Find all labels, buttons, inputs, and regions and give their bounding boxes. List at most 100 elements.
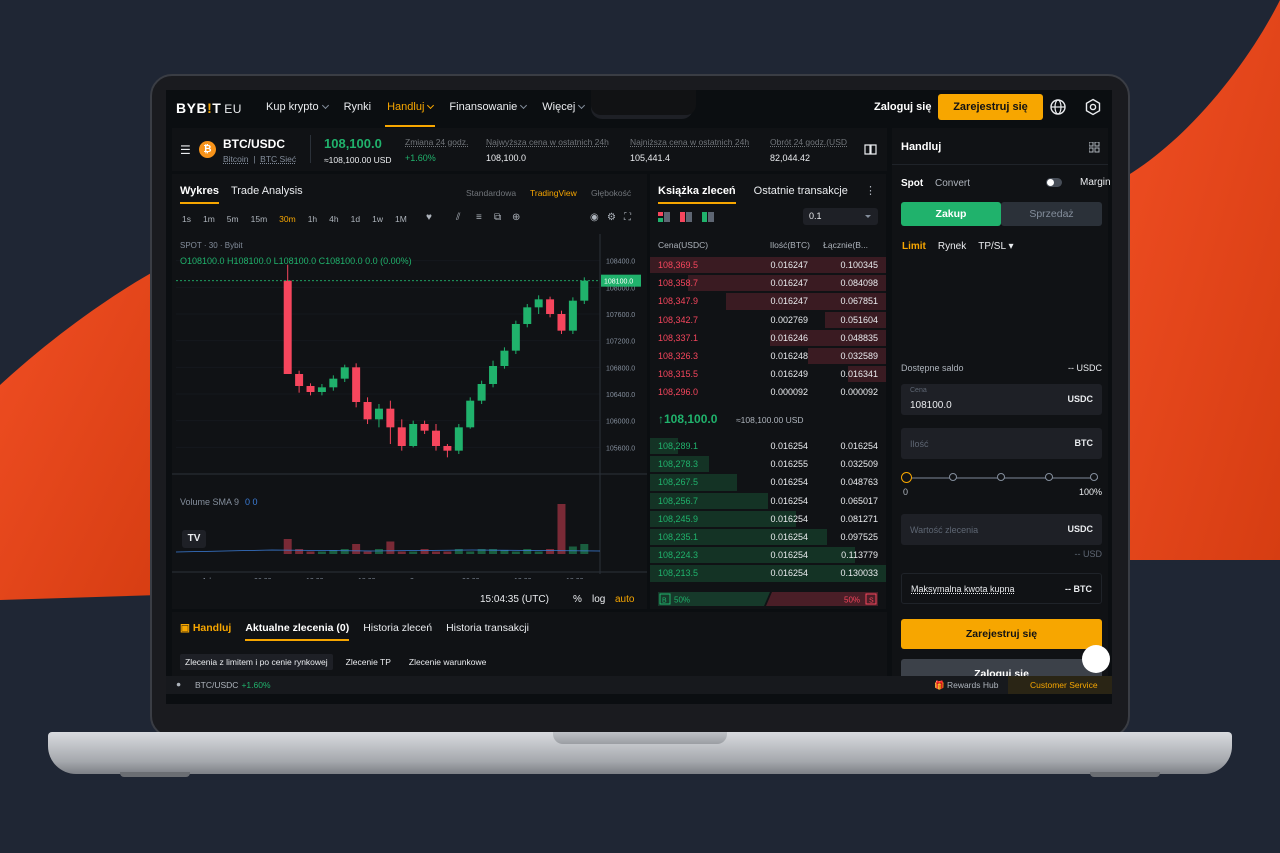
bybit-logo[interactable]: BYB!T EU	[176, 100, 242, 116]
interval-15m[interactable]: 15m	[251, 214, 268, 224]
col-total[interactable]: Łącznie(B...	[823, 240, 868, 250]
row-total: 0.065017	[840, 495, 878, 506]
bid-row[interactable]: 108,235.1 0.016254 0.097525	[650, 528, 886, 546]
ask-row[interactable]: 108,315.5 0.016249 0.016341	[650, 365, 886, 383]
buy-tab-button[interactable]: Zakup	[901, 202, 1001, 226]
candle-type-icon[interactable]: ⧉	[494, 212, 501, 223]
tab-trade-history[interactable]: Historia transakcji	[446, 622, 529, 641]
ask-row[interactable]: 108,296.0 0.000092 0.000092	[650, 383, 886, 401]
volume-bar	[340, 549, 349, 554]
tradingview-logo[interactable]: TV	[182, 530, 206, 548]
view-depth[interactable]: Głębokość	[591, 188, 631, 198]
settings-icon[interactable]: ⚙	[607, 212, 616, 223]
add-indicator-icon[interactable]: ⊕	[512, 212, 520, 223]
tab-handluj[interactable]: ▣ Handluj	[180, 622, 231, 641]
rewards-hub-link[interactable]: 🎁 Rewards Hub	[934, 680, 998, 691]
interval-1h[interactable]: 1h	[308, 214, 317, 224]
bid-row[interactable]: 108,256.7 0.016254 0.065017	[650, 492, 886, 510]
book-icon[interactable]	[864, 143, 877, 156]
order-type-market[interactable]: Rynek	[938, 241, 966, 252]
order-value-field[interactable]: Wartość zlecenia USDC	[901, 514, 1102, 545]
status-pair[interactable]: BTC/USDC +1.60%	[195, 680, 271, 690]
more-options-icon[interactable]: ⋮	[865, 184, 876, 197]
nav-handluj[interactable]: Handluj	[379, 101, 441, 127]
volume-bar	[466, 551, 475, 554]
auto-scale-toggle[interactable]: auto	[615, 594, 634, 605]
interval-5m[interactable]: 5m	[227, 214, 239, 224]
buy-sell-ratio: B S 50% 50%	[658, 592, 878, 606]
log-scale-toggle[interactable]: log	[592, 594, 605, 605]
interval-1m[interactable]: 1m	[203, 214, 215, 224]
amount-slider[interactable]	[901, 472, 1098, 483]
tab-spot[interactable]: Spot	[901, 178, 923, 189]
order-type-tpsl[interactable]: TP/SL ▾	[978, 241, 1013, 252]
globe-icon[interactable]	[1049, 98, 1067, 116]
interval-30m[interactable]: 30m	[279, 214, 296, 224]
interval-1w[interactable]: 1w	[372, 214, 383, 224]
tab-trade-analysis[interactable]: Trade Analysis	[231, 185, 303, 204]
ask-row[interactable]: 108,347.9 0.016247 0.067851	[650, 292, 886, 310]
grid-layout-icon[interactable]	[1089, 142, 1100, 153]
fullscreen-icon[interactable]: ⛶	[624, 212, 631, 223]
register-button[interactable]: Zarejestruj się	[938, 94, 1043, 120]
row-qty: 0.016247	[770, 278, 808, 289]
sell-tab-button[interactable]: Sprzedaż	[1001, 202, 1102, 226]
margin-toggle[interactable]	[1046, 178, 1062, 187]
price-field[interactable]: Cena 108100.0 USDC	[901, 384, 1102, 415]
bid-row[interactable]: 108,213.5 0.016254 0.130033	[650, 564, 886, 582]
nav-rynki[interactable]: Rynki	[336, 101, 380, 113]
orderbook-layout-icons[interactable]	[658, 212, 730, 223]
tab-convert[interactable]: Convert	[935, 178, 970, 189]
bid-row[interactable]: 108,224.3 0.016254 0.113779	[650, 546, 886, 564]
login-link[interactable]: Zaloguj się	[874, 101, 931, 113]
tab-order-history[interactable]: Historia zleceń	[363, 622, 432, 641]
price-precision-select[interactable]: 0.1	[803, 208, 878, 225]
register-button[interactable]: Zarejestruj się	[901, 619, 1102, 649]
customer-service-link[interactable]: Customer Service	[1008, 676, 1112, 694]
subtab-tp[interactable]: Zlecenie TP	[341, 654, 396, 670]
tab-recent-trades[interactable]: Ostatnie transakcje	[754, 185, 848, 204]
tab-order-book[interactable]: Książka zleceń	[658, 185, 736, 204]
favorite-interval-icon[interactable]: ♥	[426, 212, 432, 223]
indicators-icon[interactable]: ⫽	[456, 212, 460, 223]
bid-row[interactable]: 108,267.5 0.016254 0.048763	[650, 473, 886, 491]
pair-menu-icon[interactable]: ☰	[180, 143, 191, 157]
interval-1d[interactable]: 1d	[351, 214, 360, 224]
bid-row[interactable]: 108,278.3 0.016255 0.032509	[650, 455, 886, 473]
order-type-limit[interactable]: Limit	[902, 241, 926, 252]
tab-open-orders[interactable]: Aktualne zlecenia (0)	[245, 622, 350, 641]
subtab-limit-market[interactable]: Zlecenia z limitem i po cenie rynkowej	[180, 654, 333, 670]
pair-name[interactable]: BTC/USDC	[223, 137, 285, 151]
ask-row[interactable]: 108,342.7 0.002769 0.051604	[650, 311, 886, 329]
candle-body	[454, 427, 463, 451]
ask-row[interactable]: 108,337.1 0.016246 0.048835	[650, 329, 886, 347]
nav-wiecej[interactable]: Więcej	[534, 101, 592, 113]
chart-panel: Wykres Trade Analysis Standardowa Tradin…	[172, 174, 647, 609]
subtab-conditional[interactable]: Zlecenie warunkowe	[404, 654, 491, 670]
chart-settings-icon[interactable]: ≡	[476, 212, 482, 223]
tab-wykres[interactable]: Wykres	[180, 185, 219, 204]
nav-finansowanie[interactable]: Finansowanie	[441, 101, 534, 113]
bid-row[interactable]: 108,245.9 0.016254 0.081271	[650, 510, 886, 528]
x-tick-label: 12:00	[514, 578, 532, 579]
ask-row[interactable]: 108,369.5 0.016247 0.100345	[650, 256, 886, 274]
nav-kup-krypto[interactable]: Kup krypto	[258, 101, 336, 113]
camera-icon[interactable]: ◉	[590, 212, 599, 223]
view-tradingview[interactable]: TradingView	[530, 188, 577, 198]
interval-4h[interactable]: 4h	[329, 214, 338, 224]
slider-handle[interactable]	[901, 472, 912, 483]
ohlc-values: O108100.0 H108100.0 L108100.0 C108100.0 …	[180, 256, 412, 266]
settings-icon[interactable]	[1084, 98, 1102, 116]
pair-subtitle: Bitcoin | BTC Sieć	[223, 154, 297, 164]
price-chart[interactable]: 108400.0108000.0107600.0107200.0106800.0…	[172, 234, 647, 579]
ask-row[interactable]: 108,326.3 0.016248 0.032589	[650, 347, 886, 365]
interval-1s[interactable]: 1s	[182, 214, 191, 224]
interval-1M[interactable]: 1M	[395, 214, 407, 224]
bid-row[interactable]: 108,289.1 0.016254 0.016254	[650, 437, 886, 455]
chat-bubble-icon[interactable]	[1082, 645, 1110, 673]
view-standard[interactable]: Standardowa	[466, 188, 516, 198]
quantity-field[interactable]: Ilość BTC	[901, 428, 1102, 459]
ask-row[interactable]: 108,358.7 0.016247 0.084098	[650, 274, 886, 292]
percent-scale-toggle[interactable]: %	[573, 594, 582, 605]
volume-bar	[523, 549, 532, 554]
